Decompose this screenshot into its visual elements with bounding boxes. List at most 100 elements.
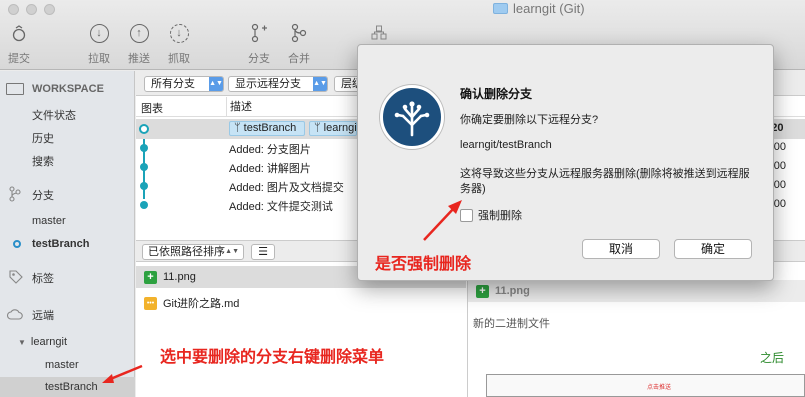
branch-label: 分支 [248,53,270,65]
fetch-icon: ↓ [168,22,190,44]
sourcetree-logo-icon [380,85,444,149]
commit-node-head [139,124,149,134]
commit-subject: Added: 图片及文档提交 [229,182,344,194]
force-delete-arrow-icon [423,200,462,241]
confirm-delete-branch-dialog: 确认删除分支 你确定要删除以下远程分支? learngit/testBranch… [357,44,774,281]
chevron-down-icon: ▲▼ [313,77,327,91]
fetch-label: 抓取 [168,53,190,65]
tags-label: 标签 [32,273,54,285]
tag-label: learngit [323,122,357,134]
modified-file-icon: ••• [144,296,157,310]
diff-file-name: 11.png [495,285,530,297]
remotes-label: 远端 [32,310,54,322]
git-flow-button[interactable] [368,22,390,44]
sidebar-item-file-status[interactable]: 文件状态 [0,105,135,125]
sidebar-item-label: learngit [30,336,67,348]
sort-value: 已依照路径排序 [148,246,225,258]
sort-select[interactable]: 已依照路径排序 ▲▼ [142,244,244,260]
tag-label: testBranch [243,122,297,134]
tag-icon [8,269,24,287]
sidebar-remotes-header[interactable]: 远端 [0,305,135,325]
sidebar-item-search[interactable]: 搜索 [0,151,135,171]
confirm-button[interactable]: 确定 [674,239,752,259]
remote-filter-select[interactable]: 显示远程分支 ▲▼ [228,76,328,92]
added-file-icon: + [144,270,157,284]
branch-filter-select[interactable]: 所有分支 ▲▼ [144,76,224,92]
image-preview: 点击推送 [486,374,805,397]
dialog-question: 你确定要删除以下远程分支? [460,114,599,126]
cancel-button[interactable]: 取消 [582,239,660,259]
file-name: Git进阶之路.md [163,298,240,310]
branch-tag[interactable]: ᛘ testBranch [229,121,305,136]
preview-note: 点击推送 [647,385,672,391]
merge-icon [288,22,310,44]
git-flow-icon [368,22,390,44]
dialog-branch-name: learngit/testBranch [460,139,552,151]
folder-icon [493,2,508,14]
dialog-warning: 这将导致这些分支从远程服务器删除(删除将被推送到远程服务器) [460,168,750,195]
pull-button[interactable]: ↓ 拉取 [88,22,110,66]
sidebar-tags-header[interactable]: 标签 [0,268,135,288]
graph-column-header[interactable]: 图表 [141,100,163,116]
current-branch-icon [13,240,21,248]
view-options-button[interactable]: ☰ [251,244,275,260]
instruction-arrow-icon [102,364,143,383]
sidebar-item-label: master [45,359,79,371]
pull-icon: ↓ [88,22,110,44]
force-delete-annotation: 是否强制删除 [375,256,472,273]
branch-button[interactable]: 分支 [248,22,270,66]
description-column-header[interactable]: 描述 [226,97,252,117]
file-name: 11.png [163,271,196,283]
sidebar-item-remote-learngit[interactable]: ▼ learngit [0,332,135,352]
sidebar-item-history[interactable]: 历史 [0,128,135,148]
push-icon: ↑ [128,22,150,44]
sidebar: WORKSPACE 文件状态 历史 搜索 分支 master testBranc… [0,71,135,397]
branches-label: 分支 [32,190,54,202]
commit-icon [8,22,30,44]
branch-icon [7,185,23,205]
sidebar-item-branch-testbranch[interactable]: testBranch [0,234,135,254]
workspace-icon [6,83,24,95]
fetch-button[interactable]: ↓ 抓取 [168,22,190,66]
sidebar-item-branch-master[interactable]: master [0,211,135,231]
added-file-icon: + [476,284,489,298]
sidebar-item-label: 文件状态 [32,110,76,122]
workspace-label: WORKSPACE [32,83,104,95]
merge-button[interactable]: 合并 [288,22,310,66]
chevron-down-icon: ▲▼ [209,77,223,91]
pull-label: 拉取 [88,53,110,65]
commit-node [140,201,148,209]
minimize-window-button[interactable] [26,4,37,15]
commit-node [140,163,148,171]
branch-filter-value: 所有分支 [151,78,195,90]
zoom-window-button[interactable] [44,4,55,15]
instruction-annotation: 选中要删除的分支右键删除菜单 [160,349,385,366]
sidebar-item-label: testBranch [32,238,90,250]
dialog-title: 确认删除分支 [460,87,533,101]
window-title: learngit (Git) [493,0,585,16]
commit-node [140,144,148,152]
checkbox-label: 强制删除 [478,210,522,222]
sidebar-item-label: master [32,215,66,227]
binary-file-label: 新的二进制文件 [473,318,550,330]
close-window-button[interactable] [8,4,19,15]
diff-file-header: + 11.png [468,280,805,302]
force-delete-checkbox[interactable]: 强制删除 [460,207,522,223]
commit-subject: Added: 分支图片 [229,144,311,156]
cloud-icon [6,308,23,323]
after-label: 之后 [760,351,785,365]
sidebar-workspace-header: WORKSPACE [0,79,135,99]
remote-filter-value: 显示远程分支 [235,78,301,90]
disclosure-triangle-icon[interactable]: ▼ [18,338,26,347]
commit-node [140,182,148,190]
commit-label: 提交 [8,53,30,65]
file-row[interactable]: ••• Git进阶之路.md [136,292,466,314]
branch-icon [248,22,270,44]
remote-tag[interactable]: ᛘ learngit [309,121,357,136]
commit-button[interactable]: 提交 [8,22,30,66]
sidebar-branches-header[interactable]: 分支 [0,185,135,205]
push-button[interactable]: ↑ 推送 [128,22,150,66]
push-label: 推送 [128,53,150,65]
chevron-down-icon: ▲▼ [225,248,239,255]
commit-subject: Added: 讲解图片 [229,163,311,175]
